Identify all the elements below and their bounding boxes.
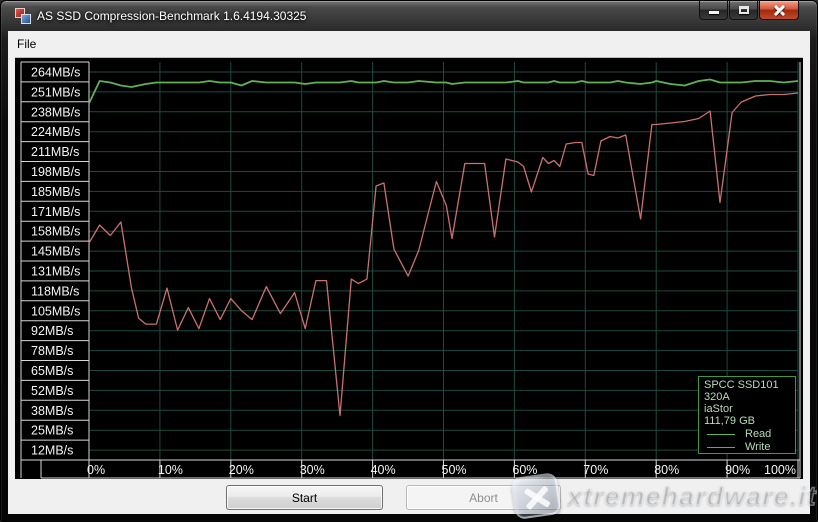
y-tick-label: 52MB/s <box>31 384 73 398</box>
window-title: AS SSD Compression-Benchmark 1.6.4194.30… <box>37 9 306 23</box>
y-tick-label: 92MB/s <box>31 324 73 338</box>
legend-firmware: 320A <box>704 391 795 403</box>
legend-read-label: Read <box>745 428 771 440</box>
x-tick-label: 20% <box>229 463 254 477</box>
y-tick-label: 78MB/s <box>31 344 73 358</box>
maximize-button[interactable] <box>729 1 758 20</box>
client-area: File 264MB/s 251MB/s 238MB/s 224MB/s 211MB/s… <box>8 31 810 514</box>
titlebar[interactable]: AS SSD Compression-Benchmark 1.6.4194.30… <box>1 1 817 31</box>
read-line-swatch-icon <box>707 434 735 435</box>
abort-button[interactable]: Abort <box>406 485 561 510</box>
x-tick-label: 0% <box>87 463 105 477</box>
y-tick-label: 118MB/s <box>31 284 79 298</box>
menubar: File <box>8 31 810 56</box>
y-tick-label: 224MB/s <box>31 125 80 139</box>
x-tick-label: 70% <box>583 463 608 477</box>
y-tick-label: 211MB/s <box>31 145 79 159</box>
y-tick-label: 158MB/s <box>31 225 80 239</box>
y-tick-label: 131MB/s <box>31 265 80 279</box>
minimize-button[interactable] <box>699 1 728 20</box>
close-button[interactable] <box>759 1 799 20</box>
maximize-icon <box>739 6 749 14</box>
y-tick-label: 145MB/s <box>31 245 80 259</box>
legend-driver: iaStor <box>704 403 795 415</box>
write-line-swatch-icon <box>707 447 735 448</box>
y-tick-label: 251MB/s <box>31 85 80 99</box>
y-tick-label: 185MB/s <box>31 185 80 199</box>
x-tick-label: 30% <box>300 463 325 477</box>
x-tick-label: 80% <box>654 463 679 477</box>
window-controls <box>698 1 799 20</box>
x-tick-label: 100% <box>764 463 796 477</box>
watermark-text: xtremehardware.it <box>567 481 817 512</box>
y-tick-label: 264MB/s <box>31 66 80 80</box>
legend-device: SPCC SSD101 <box>704 379 795 391</box>
y-tick-label: 238MB/s <box>31 105 80 119</box>
minimize-icon <box>709 11 719 14</box>
start-button[interactable]: Start <box>226 485 383 510</box>
y-tick-label: 38MB/s <box>31 404 73 418</box>
y-tick-label: 12MB/s <box>31 444 73 458</box>
x-tick-label: 10% <box>158 463 183 477</box>
y-tick-label: 65MB/s <box>31 364 73 378</box>
y-tick-label: 198MB/s <box>31 165 80 179</box>
chart-svg: 264MB/s 251MB/s 238MB/s 224MB/s 211MB/s 198MB… <box>15 58 803 479</box>
x-tick-label: 60% <box>512 463 537 477</box>
compression-benchmark-chart: 264MB/s 251MB/s 238MB/s 224MB/s 211MB/s 198MB… <box>15 57 803 478</box>
app-icon-blue-square <box>21 14 31 24</box>
x-tick-label: 50% <box>442 463 467 477</box>
app-icon <box>15 8 31 24</box>
x-tick-label: 40% <box>371 463 396 477</box>
legend-capacity: 111,79 GB <box>704 415 795 427</box>
menu-file[interactable]: File <box>8 33 45 55</box>
y-tick-label: 25MB/s <box>31 424 73 438</box>
y-tick-label: 171MB/s <box>31 205 80 219</box>
app-window: AS SSD Compression-Benchmark 1.6.4194.30… <box>0 0 818 522</box>
chart-legend: SPCC SSD101 320A iaStor 111,79 GB Read W… <box>698 376 796 454</box>
legend-write-label: Write <box>745 441 770 453</box>
x-tick-label: 90% <box>725 463 750 477</box>
y-tick-label: 105MB/s <box>31 304 80 318</box>
